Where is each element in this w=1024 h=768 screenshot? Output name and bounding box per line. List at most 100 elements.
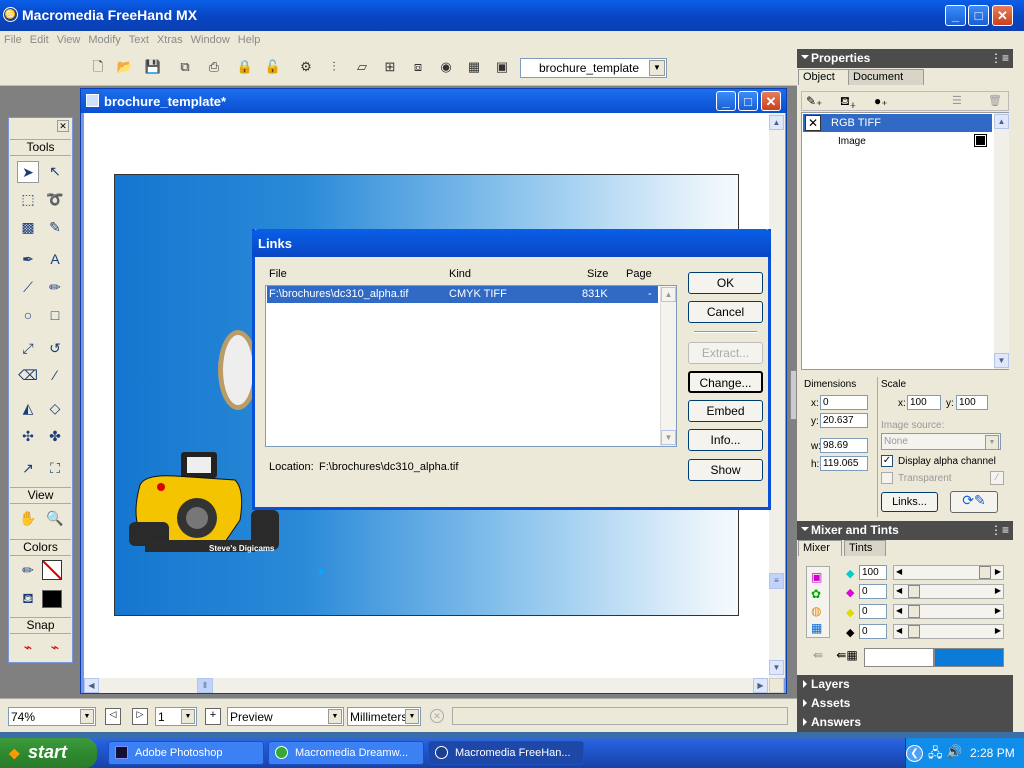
slider-thumb[interactable] — [908, 585, 920, 598]
hand-tool-icon[interactable]: ✋ — [17, 508, 39, 530]
column-file[interactable]: File — [269, 268, 287, 280]
image-color-swatch[interactable] — [974, 134, 987, 147]
slider-right-icon[interactable]: ▶ — [995, 567, 1001, 576]
eyedropper-tool-icon[interactable]: ✎ — [44, 217, 66, 239]
tree-item-selected[interactable]: ✕ RGB TIFF — [803, 114, 992, 132]
doc-close-button[interactable]: ✕ — [761, 91, 781, 111]
cyan-field[interactable]: 100 — [859, 565, 887, 580]
links-button[interactable]: Links... — [881, 492, 938, 512]
chevron-down-icon[interactable]: ▼ — [80, 709, 94, 724]
doc-maximize-button[interactable]: □ — [738, 91, 758, 111]
page-select[interactable]: 1 ▼ — [155, 707, 197, 726]
scale-transform-icon[interactable]: ⤢ — [17, 338, 39, 360]
snap-to-guide-icon[interactable]: ⌁ — [44, 637, 66, 659]
scale-tool-icon[interactable]: ▩ — [17, 217, 39, 239]
chart-tool-icon[interactable]: ⛶ — [44, 458, 66, 480]
slider-thumb[interactable] — [979, 566, 991, 579]
network-icon[interactable]: 🖧 — [928, 744, 943, 766]
freeform-tool-icon[interactable]: ↺ — [44, 338, 66, 360]
yellow-slider[interactable]: ◀ ▶ — [893, 604, 1004, 619]
slider-right-icon[interactable]: ▶ — [995, 626, 1001, 635]
tab-mixer[interactable]: Mixer — [798, 540, 842, 556]
transparent-checkbox[interactable] — [881, 472, 893, 484]
slider-left-icon[interactable]: ◀ — [896, 626, 902, 635]
group-icon[interactable]: ⚙ — [296, 57, 316, 77]
original-color-well[interactable] — [864, 648, 934, 667]
document-title-bar[interactable]: brochure_template* _ □ ✕ — [81, 89, 786, 113]
extrude-tool-icon[interactable]: ◇ — [44, 398, 66, 420]
tree-scroll-up-icon[interactable]: ▲ — [994, 114, 1009, 129]
embed-button[interactable]: Embed — [688, 400, 763, 422]
view-mode-select[interactable]: Preview ▼ — [227, 707, 344, 726]
chevron-down-icon[interactable]: ▼ — [405, 709, 419, 724]
column-kind[interactable]: Kind — [449, 268, 471, 280]
chevron-down-icon[interactable]: ▼ — [181, 709, 195, 724]
chevron-down-icon[interactable]: ▼ — [985, 435, 999, 450]
slider-thumb[interactable] — [908, 605, 920, 618]
volume-icon[interactable]: 🔊 — [946, 744, 962, 760]
task-dreamweaver[interactable]: Macromedia Dreamw... — [268, 741, 424, 765]
menu-modify[interactable]: Modify — [84, 31, 124, 46]
column-size[interactable]: Size — [587, 268, 608, 280]
rgb-mode-icon[interactable]: ✿ — [811, 587, 821, 601]
assets-panel-header[interactable]: Assets — [797, 694, 1013, 713]
color-mixer-icon[interactable]: ◉ — [436, 57, 456, 77]
add-page-icon[interactable]: + — [205, 708, 221, 725]
links-dialog-title[interactable]: Links — [252, 229, 771, 257]
line-tool-icon[interactable]: ⟋ — [17, 277, 39, 299]
page-tool-icon[interactable]: ⬚ — [17, 189, 39, 211]
transform-icon[interactable]: ▱ — [352, 57, 372, 77]
clock[interactable]: 2:28 PM — [970, 746, 1015, 760]
fill-color-swatch[interactable] — [42, 590, 62, 608]
menu-text[interactable]: Text — [125, 31, 153, 46]
task-freehand[interactable]: Macromedia FreeHan... — [428, 741, 584, 765]
eraser-tool-icon[interactable]: ⌫ — [17, 365, 39, 387]
stroke-color-swatch[interactable] — [42, 560, 62, 580]
panel-options-icon[interactable]: ⋮≡ — [990, 51, 1009, 65]
add-stroke-icon[interactable]: ✎₊ — [806, 94, 822, 108]
tab-tints[interactable]: Tints — [844, 540, 886, 556]
pointer-tool-icon[interactable]: ➤ — [17, 161, 39, 183]
unlock-icon[interactable]: 🔓 — [263, 57, 283, 77]
add-fill-icon[interactable]: ⛾₊ — [840, 94, 856, 110]
tab-object[interactable]: Object — [798, 69, 850, 85]
menu-window[interactable]: Window — [187, 31, 234, 46]
scroll-left-icon[interactable]: ◀ — [84, 678, 99, 693]
lasso-tool-icon[interactable]: ➰ — [44, 189, 66, 211]
add-effect-icon[interactable]: ●₊ — [874, 94, 888, 108]
column-page[interactable]: Page — [626, 268, 652, 280]
show-button[interactable]: Show — [688, 459, 763, 481]
w-field[interactable]: 98.69 — [820, 438, 868, 453]
transparent-color-swatch[interactable]: ⁄ — [990, 471, 1004, 485]
minimize-button[interactable]: _ — [945, 5, 966, 26]
text-tool-icon[interactable]: A — [44, 249, 66, 271]
units-select[interactable]: Millimeters ▼ — [347, 707, 421, 726]
pen-tool-icon[interactable]: ✒ — [17, 249, 39, 271]
zoom-select[interactable]: 74% ▼ — [8, 707, 96, 726]
text-flow-icon[interactable]: ⊞ — [380, 57, 400, 77]
lock-icon[interactable]: 🔒 — [235, 57, 255, 77]
cancel-button[interactable]: Cancel — [688, 301, 763, 323]
scale-x-field[interactable]: 100 — [907, 395, 941, 410]
knife-tool-icon[interactable]: ⁄ — [44, 365, 66, 387]
connector-tool-icon[interactable]: ↗ — [17, 458, 39, 480]
menu-file[interactable]: File — [0, 31, 26, 46]
slider-left-icon[interactable]: ◀ — [896, 567, 902, 576]
horizontal-scroll-thumb[interactable]: ⦀ — [197, 678, 213, 693]
magenta-field[interactable]: 0 — [859, 584, 887, 599]
layers-icon[interactable]: ⧈ — [408, 57, 428, 77]
scale-y-field[interactable]: 100 — [956, 395, 988, 410]
chevron-down-icon[interactable]: ▼ — [649, 60, 665, 76]
tray-expand-icon[interactable]: ❮ — [906, 745, 923, 762]
vertical-scrollbar[interactable]: ▲ ≡ ▼ — [769, 113, 785, 678]
align-icon[interactable]: ⫶ — [324, 57, 344, 77]
system-color-icon[interactable]: ▦ — [811, 621, 822, 635]
close-icon[interactable]: ✕ — [57, 120, 69, 132]
tab-document[interactable]: Document — [848, 69, 924, 85]
properties-panel-header[interactable]: Properties ⋮≡ — [797, 49, 1013, 68]
next-page-icon[interactable]: ▷ — [132, 708, 148, 725]
pencil-tool-icon[interactable]: ✏ — [44, 277, 66, 299]
slider-left-icon[interactable]: ◀ — [896, 586, 902, 595]
links-list-scrollbar[interactable]: ▲ ▼ — [660, 286, 676, 446]
image-source-select[interactable]: None ▼ — [881, 433, 1001, 450]
